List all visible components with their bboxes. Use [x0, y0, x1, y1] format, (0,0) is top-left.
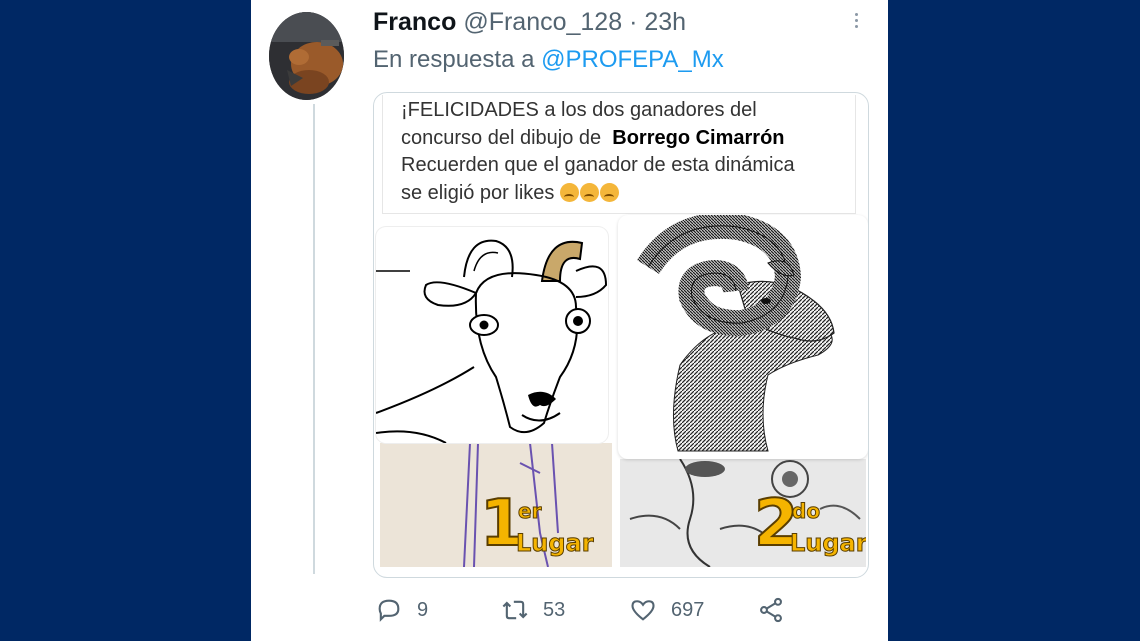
second-place-drawing [618, 215, 868, 459]
thread-line [313, 104, 315, 574]
first-place-suffix: er [517, 499, 542, 524]
retweet-count: 53 [543, 598, 566, 621]
sad-face-icon [579, 182, 599, 202]
share-icon [760, 597, 782, 623]
more-icon[interactable] [846, 10, 866, 36]
caption-line: se eligió por likes [401, 180, 837, 208]
caption-line: Recuerden que el ganador de esta dinámic… [401, 154, 795, 176]
tweet-actions: 9 53 697 [373, 592, 843, 628]
like-button[interactable]: 697 [629, 592, 704, 628]
separator: · [629, 8, 638, 36]
reply-prefix: En respuesta a [373, 46, 535, 73]
sad-face-icon [599, 182, 619, 202]
reply-count: 9 [417, 598, 429, 621]
like-count: 697 [671, 598, 705, 621]
caption-bold: Borrego Cimarrón [612, 126, 785, 149]
tweet-image[interactable]: ¡FELICIDADES a los dos ganadores del con… [373, 92, 869, 578]
reply-context: En respuesta a @PROFEPA_Mx [373, 46, 724, 74]
reply-button[interactable]: 9 [375, 592, 428, 628]
retweet-icon [502, 600, 528, 620]
author-name[interactable]: Franco [373, 8, 456, 36]
tweet-time[interactable]: 23h [644, 8, 686, 36]
tweet-card[interactable]: Franco @Franco_128 · 23h En respuesta a … [251, 0, 888, 641]
like-icon [631, 600, 655, 621]
avatar[interactable] [269, 12, 344, 100]
image-caption: ¡FELICIDADES a los dos ganadores del con… [382, 95, 856, 214]
first-place-photo: 1 er Lugar [380, 443, 612, 567]
sad-face-icon [559, 182, 579, 202]
share-button[interactable] [757, 592, 799, 628]
caption-line: ¡FELICIDADES a los dos ganadores del [401, 99, 757, 121]
second-place-suffix: do [791, 499, 821, 524]
second-place-label: Lugar [790, 529, 866, 558]
reply-mention[interactable]: @PROFEPA_Mx [541, 46, 724, 73]
tweet-header: Franco @Franco_128 · 23h [373, 8, 686, 37]
avatar-image [269, 12, 344, 100]
second-place-photo: 2 do Lugar [620, 459, 866, 567]
retweet-button[interactable]: 53 [501, 592, 565, 628]
first-place-drawing [376, 227, 608, 443]
caption-line: concurso del dibujo de Borrego Cimarrón [401, 126, 785, 149]
author-handle[interactable]: @Franco_128 [463, 8, 622, 36]
reply-icon [378, 599, 400, 622]
first-place-label: Lugar [516, 529, 595, 558]
